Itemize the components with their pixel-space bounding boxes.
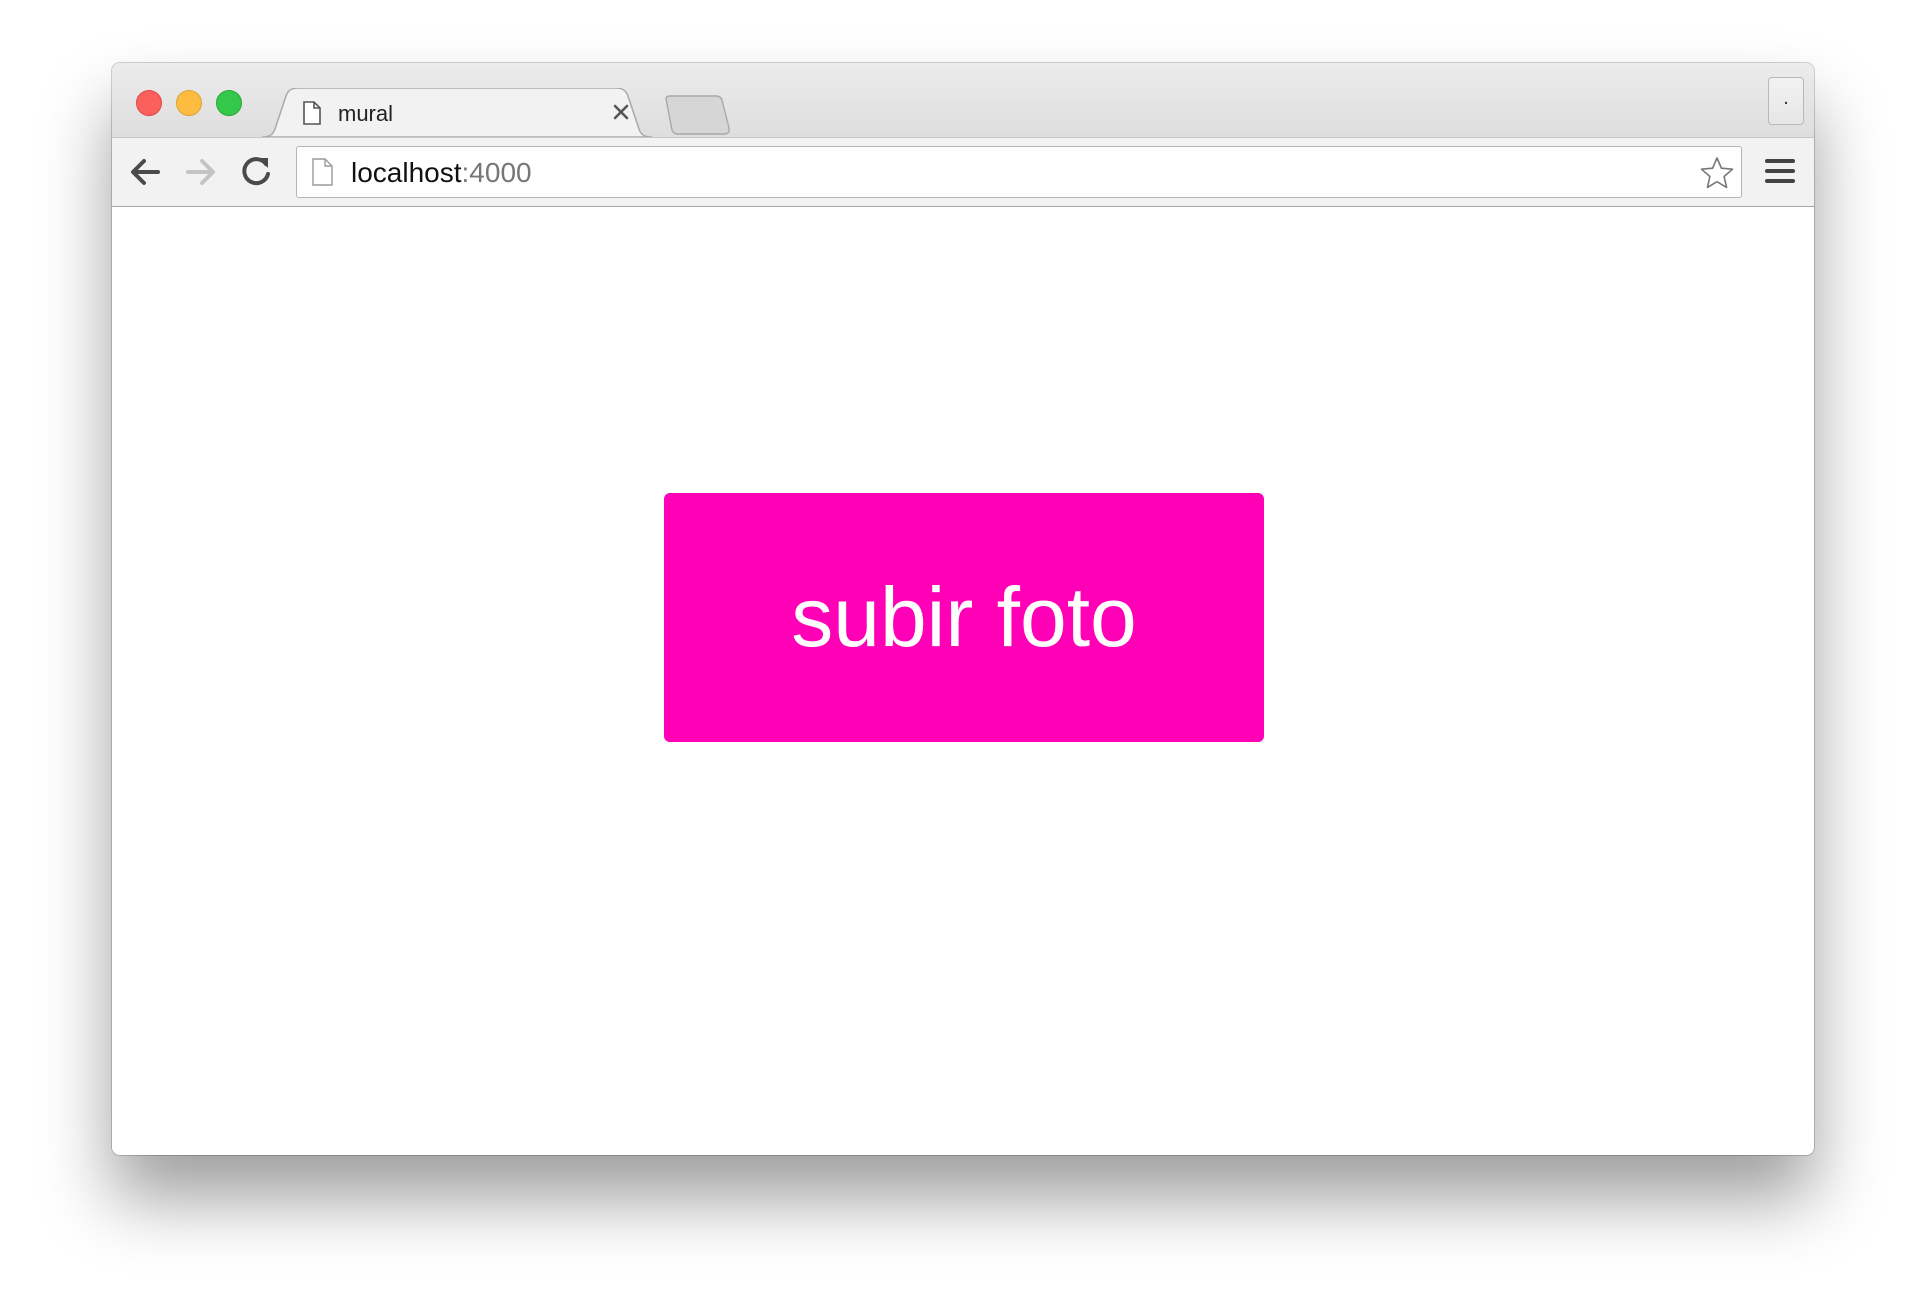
url-text[interactable]: localhost:4000: [351, 158, 532, 188]
url-host: localhost: [351, 157, 462, 188]
hamburger-menu-icon: [1765, 159, 1795, 183]
profile-button[interactable]: .: [1768, 77, 1804, 125]
page-content: subir foto: [112, 207, 1814, 1155]
toolbar: localhost:4000: [112, 137, 1814, 207]
new-tab-button[interactable]: [664, 95, 732, 135]
url-port: :4000: [461, 157, 532, 188]
page-icon: [302, 101, 322, 125]
reload-icon: [242, 157, 270, 186]
page-icon: [311, 158, 333, 186]
forward-button[interactable]: [180, 152, 220, 192]
tab-title: mural: [338, 101, 394, 126]
bookmark-star-icon[interactable]: [1699, 155, 1735, 191]
address-bar[interactable]: localhost:4000: [296, 146, 1742, 198]
browser-window: mural . localhost:4000 subir foto: [112, 63, 1814, 1155]
title-bar: mural .: [112, 63, 1814, 137]
upload-photo-button[interactable]: subir foto: [664, 493, 1264, 742]
window-minimize-button[interactable]: [176, 90, 202, 116]
menu-button[interactable]: [1764, 155, 1796, 187]
arrow-right-icon: [186, 159, 215, 185]
reload-button[interactable]: [236, 152, 276, 192]
back-button[interactable]: [126, 152, 166, 192]
tab-close-icon[interactable]: [611, 102, 631, 122]
window-maximize-button[interactable]: [216, 90, 242, 116]
window-close-button[interactable]: [136, 90, 162, 116]
tab-mural[interactable]: mural: [262, 88, 652, 137]
arrow-left-icon: [131, 159, 160, 185]
